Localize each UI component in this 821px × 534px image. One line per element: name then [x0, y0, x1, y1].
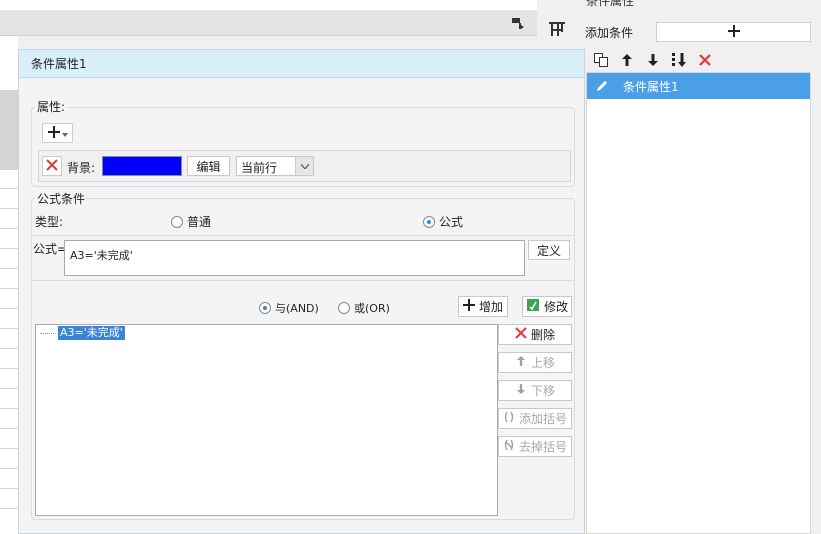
sheet-row-line	[0, 368, 18, 369]
divider	[32, 235, 574, 236]
condition-attribute-panel: 条件属性 添加条件 条件属性1	[585, 0, 821, 534]
format-painter-icon[interactable]	[511, 16, 525, 30]
remove-attribute-button[interactable]	[42, 156, 62, 176]
arrow-down-icon	[515, 383, 527, 398]
scope-select-value: 当前行	[241, 161, 278, 175]
sheet-row-line	[0, 448, 18, 449]
attribute-section-label: 属性:	[35, 98, 68, 115]
condition-item-label: 条件属性1	[623, 79, 679, 94]
sheet-row-line	[0, 288, 18, 289]
bracket-icon	[503, 411, 515, 426]
add-condition-button[interactable]: 增加	[458, 296, 508, 317]
background-attribute-row: 背景: 编辑 当前行	[38, 150, 571, 182]
sheet-row-line	[0, 268, 18, 269]
chevron-down-icon	[61, 126, 68, 140]
panel-title: 条件属性	[586, 0, 635, 8]
move-down-button[interactable]: 下移	[498, 380, 572, 401]
divider	[32, 280, 574, 281]
sheet-row-line	[0, 408, 18, 409]
plus-icon	[47, 125, 60, 141]
condition-list: 条件属性1	[586, 72, 811, 534]
plus-icon	[462, 299, 475, 314]
formula-condition-label: 公式条件	[35, 190, 88, 207]
formula-field[interactable]: A3='未完成'	[64, 240, 525, 276]
modify-button-label: 修改	[543, 300, 568, 314]
spreadsheet-edge	[0, 36, 18, 534]
close-icon	[45, 158, 59, 175]
delete-condition-button[interactable]: 删除	[498, 324, 572, 345]
layout-grid-icon[interactable]	[547, 19, 567, 39]
background-toolbar	[0, 10, 537, 36]
condition-list-item[interactable]: 条件属性1	[587, 73, 810, 99]
sheet-row-line	[0, 508, 18, 509]
condition-list-toolbar	[586, 49, 812, 71]
modify-condition-button[interactable]: 修改	[522, 296, 572, 317]
radio-button	[171, 215, 183, 228]
move-down-label: 下移	[530, 384, 555, 398]
logic-radio-or[interactable]: 或(OR)	[338, 300, 390, 316]
plus-icon	[727, 24, 740, 40]
arrow-up-icon[interactable]	[618, 51, 636, 69]
add-bracket-label: 添加括号	[518, 412, 567, 426]
type-radio-normal[interactable]: 普通	[171, 213, 211, 230]
delete-icon[interactable]	[696, 51, 714, 69]
edit-button[interactable]: 编辑	[187, 156, 230, 176]
arrow-down-icon[interactable]	[644, 51, 662, 69]
logic-radio-and[interactable]: 与(AND)	[259, 300, 319, 316]
sheet-row-line	[0, 468, 18, 469]
radio-button	[338, 302, 350, 314]
copy-icon[interactable]	[592, 51, 610, 69]
background-color-swatch[interactable]	[102, 156, 182, 176]
add-button-label: 增加	[478, 300, 503, 314]
add-attribute-dropdown[interactable]	[42, 123, 73, 143]
formula-label: 公式=	[33, 242, 68, 256]
add-condition-label: 添加条件	[585, 26, 634, 40]
condition-tree[interactable]: A3='未完成'	[35, 324, 498, 516]
remove-bracket-icon	[503, 439, 515, 454]
sheet-row-line	[0, 488, 18, 489]
radio-button	[423, 215, 435, 228]
condition-tree-item[interactable]: A3='未完成'	[40, 326, 125, 340]
radio-button	[259, 302, 271, 314]
move-up-label: 上移	[530, 356, 555, 370]
sheet-row-line	[0, 428, 18, 429]
add-bracket-button[interactable]: 添加括号	[498, 408, 572, 429]
condition-text: A3='未完成'	[58, 326, 125, 340]
remove-bracket-button[interactable]: 去掉括号	[498, 436, 572, 457]
sheet-row-line	[0, 188, 18, 189]
type-radio-formula[interactable]: 公式	[423, 213, 463, 230]
modify-icon	[526, 298, 540, 315]
tree-connector	[40, 332, 56, 334]
sheet-row-line	[0, 348, 18, 349]
move-bottom-icon[interactable]	[670, 51, 688, 69]
condition-attribute-dialog: 条件属性1 属性: 背景: 编辑 当前行 公式条件 类型: 普通 公式 公式= …	[18, 49, 585, 534]
top-bar	[0, 0, 537, 10]
add-condition-button[interactable]	[656, 22, 811, 42]
chevron-down-icon	[295, 157, 313, 175]
arrow-up-icon	[515, 355, 527, 370]
define-button[interactable]: 定义	[528, 240, 570, 260]
dialog-title: 条件属性1	[19, 50, 584, 78]
type-label: 类型:	[35, 215, 64, 229]
pencil-icon	[595, 79, 609, 93]
remove-bracket-label: 去掉括号	[518, 440, 567, 454]
sheet-row-line	[0, 228, 18, 229]
type-option-label: 普通	[187, 215, 212, 229]
move-up-button[interactable]: 上移	[498, 352, 572, 373]
logic-option-label: 或(OR)	[354, 302, 390, 315]
type-option-label: 公式	[439, 215, 464, 229]
background-label: 背景:	[67, 161, 96, 175]
scope-select[interactable]: 当前行	[236, 156, 314, 176]
sheet-row-line	[0, 308, 18, 309]
sheet-row-line	[0, 328, 18, 329]
logic-option-label: 与(AND)	[275, 302, 319, 315]
close-icon	[515, 327, 527, 342]
sheet-row-line	[0, 388, 18, 389]
sheet-gray-block	[0, 90, 18, 170]
sheet-row-line	[0, 208, 18, 209]
delete-button-label: 删除	[530, 328, 555, 342]
sheet-row-line	[0, 248, 18, 249]
